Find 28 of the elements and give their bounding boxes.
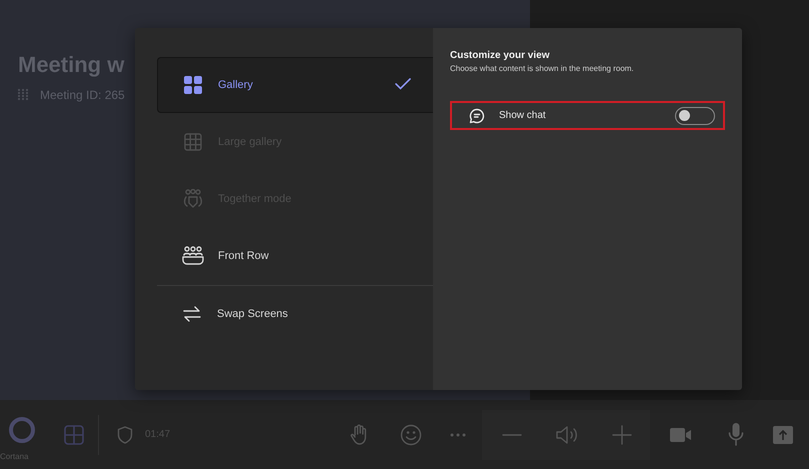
swap-screens-button[interactable]: Swap Screens	[157, 286, 433, 342]
panel-title: Customize your view	[450, 50, 550, 61]
layout-label: Front Row	[218, 250, 270, 262]
audience-icon	[182, 246, 204, 266]
smiley-icon[interactable]	[400, 424, 422, 446]
speaker-icon[interactable]	[555, 424, 580, 446]
cortana-icon[interactable]	[8, 416, 36, 444]
camera-icon[interactable]	[670, 426, 692, 442]
grid-icon	[184, 133, 202, 151]
volume-down-icon[interactable]	[502, 432, 522, 436]
toggle-switch[interactable]	[675, 106, 715, 124]
microphone-icon[interactable]	[728, 422, 744, 446]
gallery-icon	[184, 76, 202, 94]
checkmark-icon	[395, 78, 411, 90]
layout-option[interactable]: Gallery	[157, 57, 433, 113]
people-group-icon	[183, 189, 203, 209]
swap-arrows-icon	[183, 306, 201, 322]
chat-bubble-icon	[469, 108, 485, 124]
layout-option[interactable]: Front Row	[157, 228, 433, 284]
layout-grid-icon[interactable]	[64, 424, 84, 444]
dialpad-icon	[18, 89, 28, 101]
layout-label: Gallery	[218, 79, 254, 91]
shield-icon[interactable]	[117, 426, 133, 444]
share-screen-icon[interactable]	[773, 426, 794, 444]
more-options-icon[interactable]	[449, 432, 468, 438]
volume-up-icon[interactable]	[612, 424, 632, 444]
option-label: Show chat	[499, 110, 547, 121]
panel-description: Choose what content is shown in the meeting room.	[450, 64, 635, 73]
